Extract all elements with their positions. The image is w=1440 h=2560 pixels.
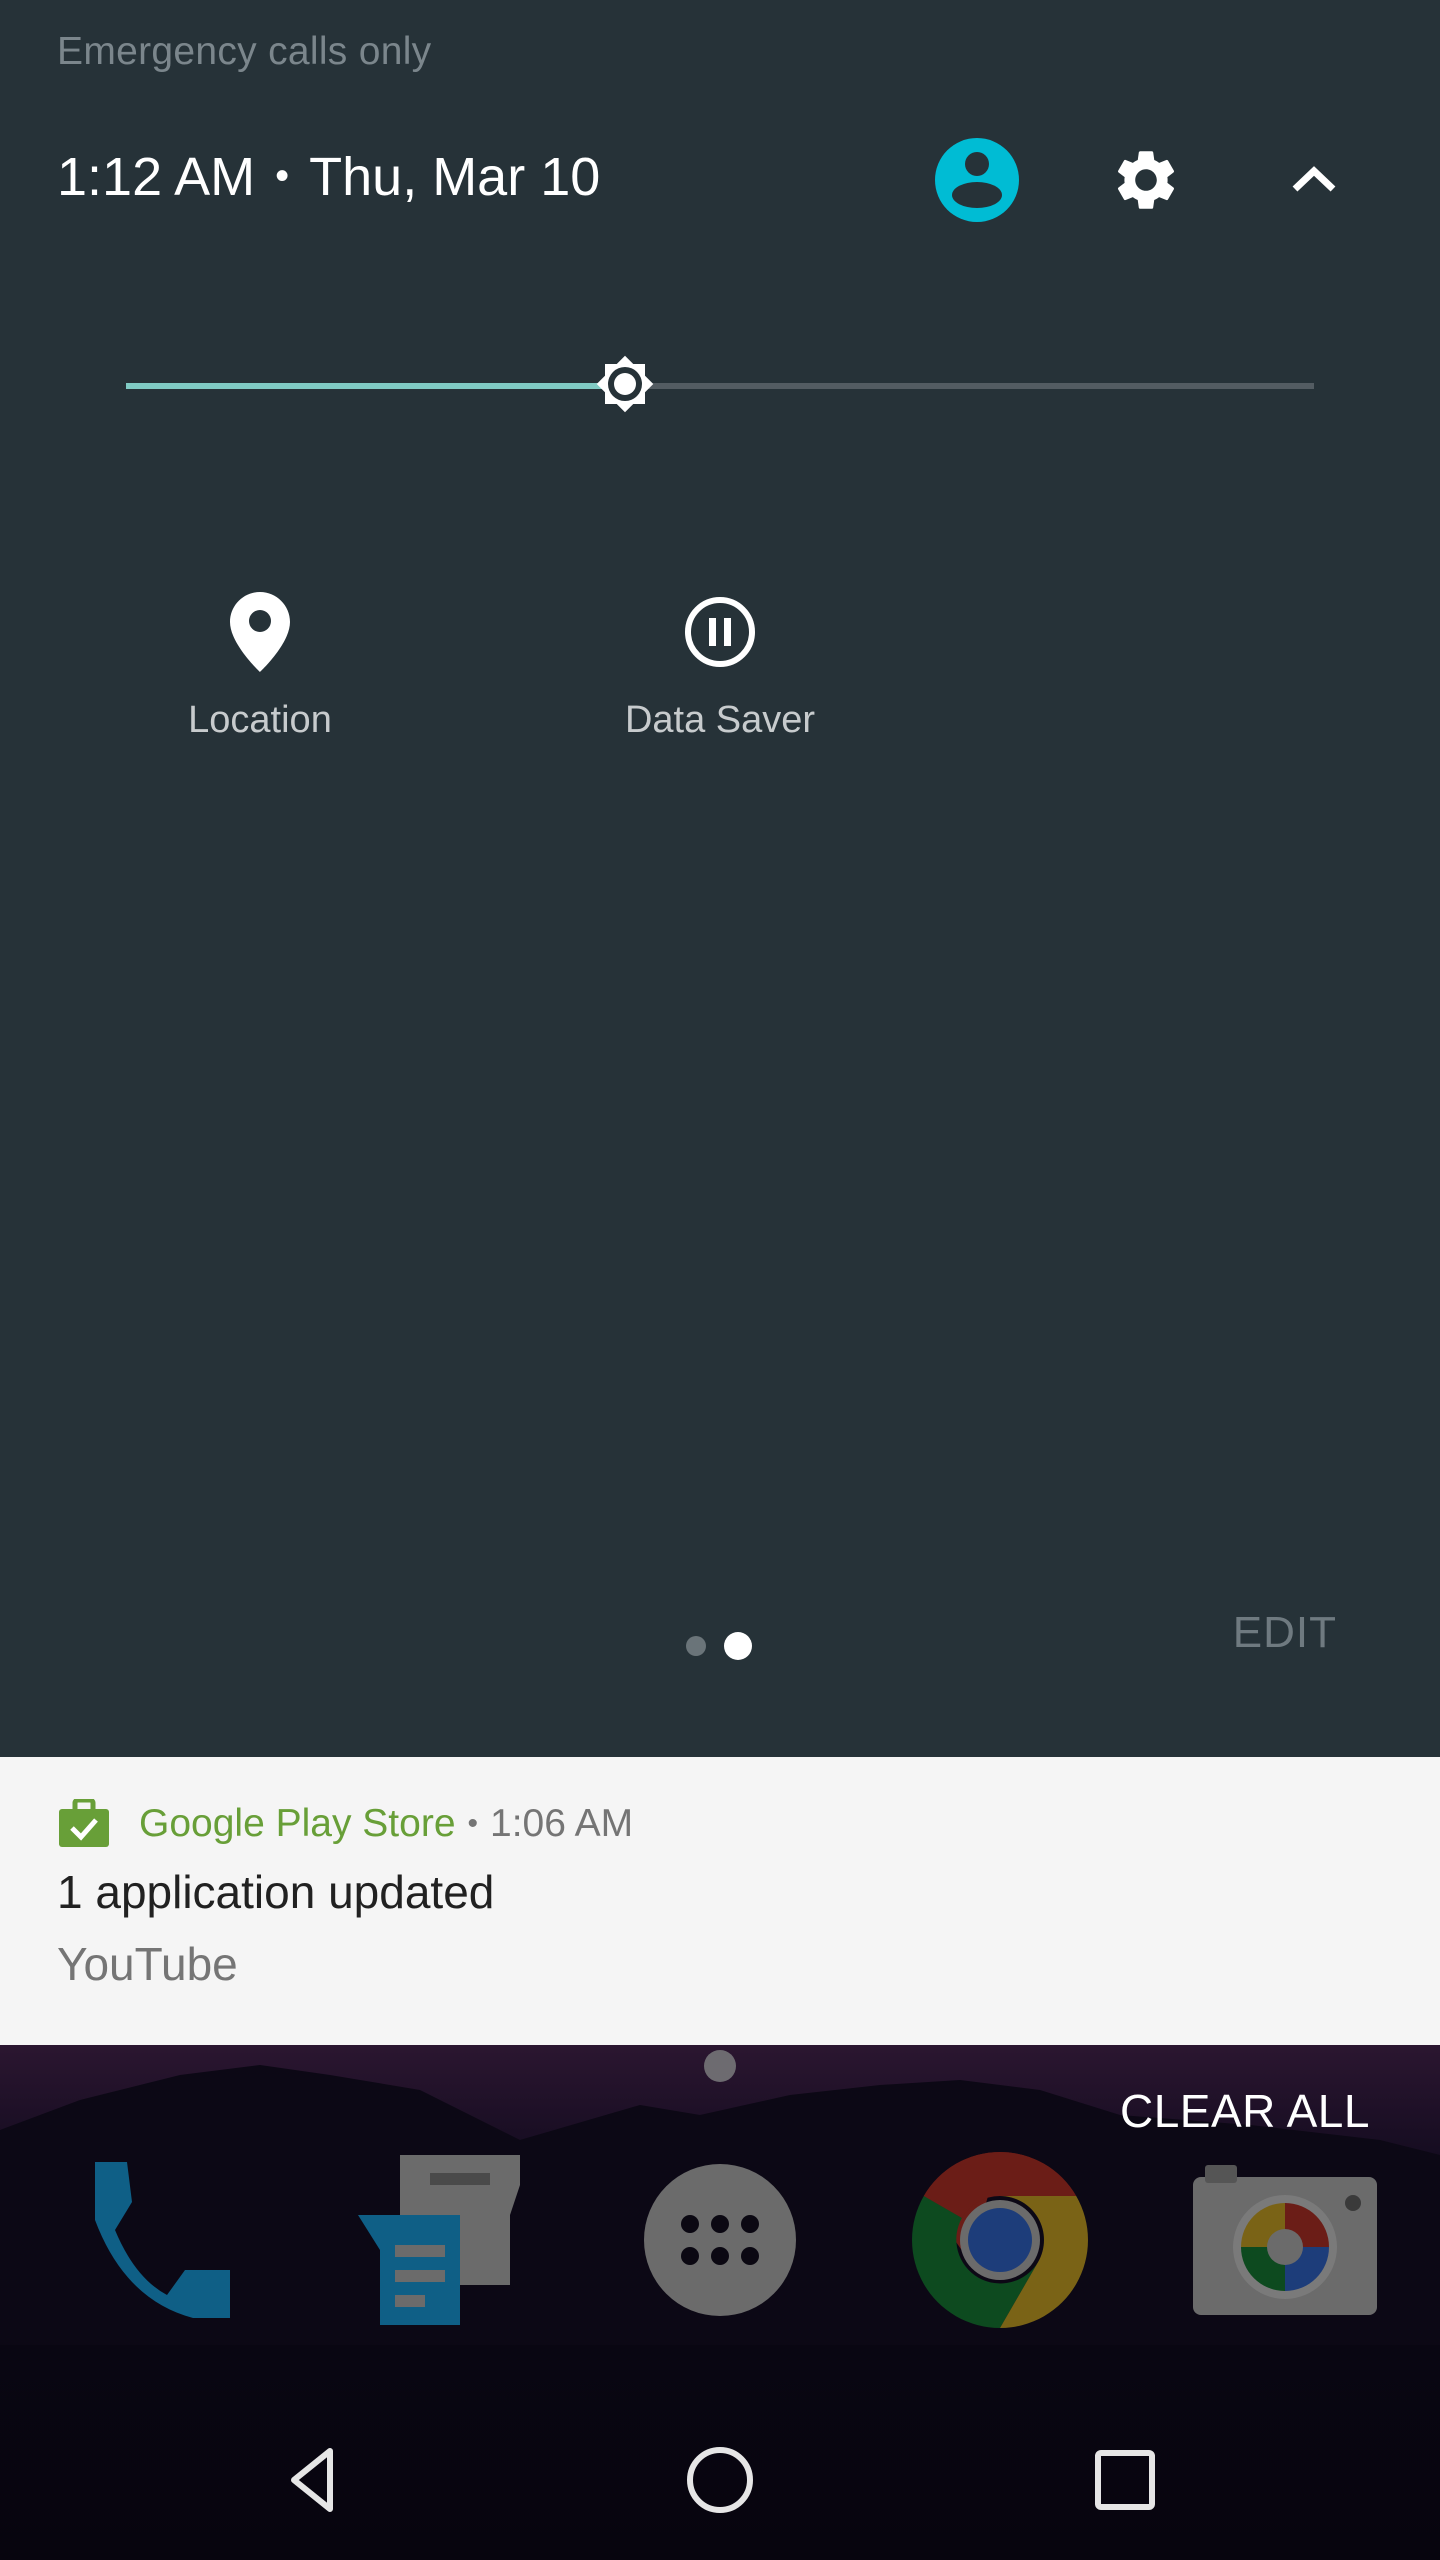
- quick-settings-panel: Emergency calls only 1:12 AM • Thu, Mar 10: [0, 0, 1440, 1757]
- user-switcher-button[interactable]: [922, 125, 1032, 235]
- tile-location-label: Location: [188, 699, 332, 741]
- tile-data-saver[interactable]: Data Saver: [570, 587, 870, 742]
- tile-data-saver-label: Data Saver: [624, 699, 816, 741]
- tile-location[interactable]: Location: [110, 587, 410, 742]
- notification-header: Google Play Store • 1:06 AM: [57, 1799, 633, 1849]
- brightness-thumb[interactable]: [579, 338, 671, 430]
- recents-button[interactable]: [1055, 2420, 1195, 2540]
- page-dot-1[interactable]: [686, 1636, 706, 1656]
- notification-separator: •: [467, 1807, 479, 1840]
- notification-card[interactable]: Google Play Store • 1:06 AM 1 applicatio…: [0, 1757, 1440, 2045]
- dock-phone[interactable]: [60, 2140, 250, 2340]
- location-pin-icon: [230, 592, 290, 672]
- play-store-updated-icon: [59, 1799, 109, 1847]
- recents-icon: [1095, 2450, 1155, 2510]
- camera-icon: [1193, 2165, 1377, 2315]
- brightness-fill: [126, 383, 625, 389]
- app-drawer-icon: [644, 2164, 796, 2316]
- notification-app-name: Google Play Store: [139, 1802, 456, 1845]
- brightness-icon: [596, 355, 654, 413]
- back-icon: [291, 2448, 333, 2512]
- notification-title: 1 application updated: [57, 1866, 495, 1918]
- home-button[interactable]: [650, 2420, 790, 2540]
- carrier-status: Emergency calls only: [57, 30, 432, 73]
- notification-drag-handle[interactable]: [704, 2050, 736, 2082]
- brightness-slider[interactable]: [126, 355, 1314, 413]
- home-icon: [687, 2447, 753, 2513]
- phone-icon: [95, 2162, 230, 2318]
- settings-button[interactable]: [1091, 125, 1201, 235]
- date-time[interactable]: 1:12 AM • Thu, Mar 10: [57, 146, 600, 208]
- chrome-icon: [912, 2152, 1088, 2328]
- time-date-separator: •: [275, 154, 290, 198]
- notification-time: 1:06 AM: [490, 1802, 634, 1845]
- data-saver-icon: [685, 597, 755, 667]
- dock-app-drawer[interactable]: [625, 2140, 815, 2340]
- chevron-up-icon: [1292, 166, 1336, 192]
- gear-icon: [1117, 151, 1175, 209]
- dock-messages[interactable]: [335, 2140, 525, 2340]
- edit-button[interactable]: EDIT: [1233, 1608, 1337, 1658]
- dock-chrome[interactable]: [905, 2140, 1095, 2340]
- page-dot-2-active[interactable]: [724, 1632, 752, 1660]
- page-indicator: [686, 1632, 752, 1660]
- clock-date: Thu, Mar 10: [309, 147, 601, 207]
- user-avatar-icon: [935, 138, 1019, 222]
- collapse-button[interactable]: [1259, 125, 1369, 235]
- notification-text: YouTube: [57, 1938, 238, 1990]
- clear-all-button[interactable]: CLEAR ALL: [1120, 2084, 1370, 2138]
- clock-time: 1:12 AM: [57, 147, 256, 207]
- messages-icon: [358, 2155, 520, 2325]
- dock-camera[interactable]: [1190, 2140, 1380, 2340]
- back-button[interactable]: [245, 2420, 385, 2540]
